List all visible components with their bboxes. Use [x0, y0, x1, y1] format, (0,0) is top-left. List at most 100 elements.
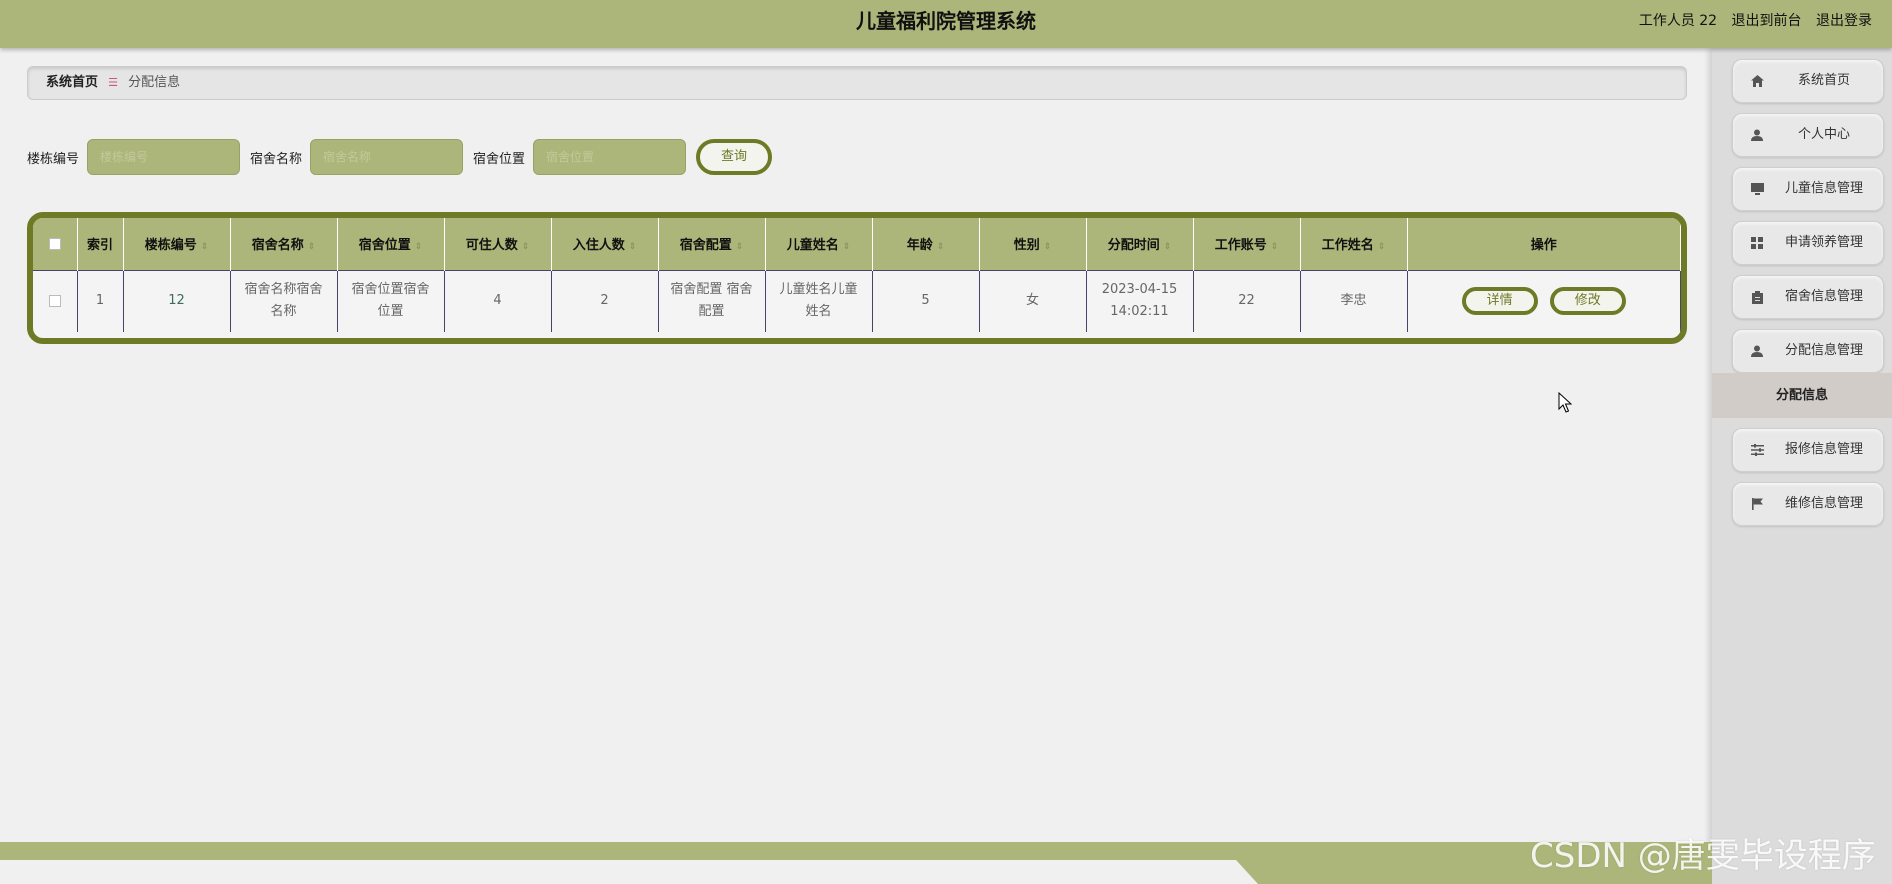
sort-icon[interactable]: ⇕ — [201, 242, 209, 252]
sidebar-item-label: 分配信息管理 — [1784, 343, 1863, 358]
cell-dorm-config: 宿舍配置 宿舍配置 — [658, 269, 766, 332]
monitor-icon — [1749, 168, 1765, 210]
sidebar-item-label: 系统首页 — [1797, 73, 1850, 88]
dorm-name-label: 宿舍名称 — [250, 151, 303, 167]
header-label: 宿舍位置 — [358, 238, 411, 254]
sidebar-item-profile[interactable]: 个人中心 — [1732, 113, 1884, 157]
header-assign-time[interactable]: 分配时间 ⇕ — [1086, 218, 1194, 270]
cell-child-name: 儿童姓名儿童姓名 — [765, 269, 873, 332]
header-label: 楼栋编号 — [144, 238, 197, 254]
select-all-checkbox-cell[interactable] — [33, 218, 78, 270]
app-title: 儿童福利院管理系统 — [856, 9, 1036, 33]
sidebar-item-label: 维修信息管理 — [1784, 496, 1863, 511]
row-checkbox[interactable] — [48, 294, 61, 307]
header-staff-account[interactable]: 工作账号 ⇕ — [1193, 218, 1301, 270]
sidebar-item-children[interactable]: 儿童信息管理 — [1732, 167, 1884, 211]
header-label: 分配时间 — [1107, 238, 1160, 254]
edit-button[interactable]: 修改 — [1549, 287, 1626, 316]
cell-staff-name: 李忠 — [1300, 269, 1408, 332]
sort-icon[interactable]: ⇕ — [843, 242, 851, 252]
watermark-text: CSDN @唐雯毕设程序 — [1530, 836, 1876, 876]
header-gender[interactable]: 性别 ⇕ — [979, 218, 1087, 270]
cell-occupied: 2 — [551, 269, 659, 332]
footer-band — [0, 842, 1712, 860]
header-child-name[interactable]: 儿童姓名 ⇕ — [765, 218, 873, 270]
cell-age: 5 — [872, 269, 980, 332]
cell-index: 1 — [77, 269, 124, 332]
sort-icon[interactable]: ⇕ — [1378, 242, 1386, 252]
data-table: 索引 楼栋编号 ⇕ 宿舍名称 ⇕ 宿舍位置 ⇕ 可住人数 ⇕ 入住人数 ⇕ 宿舍配置 ⇕ 儿… — [27, 212, 1687, 344]
cell-building-no: 12 — [123, 269, 231, 332]
back-to-front-link[interactable]: 退出到前台 — [1732, 13, 1802, 29]
sort-icon[interactable]: ⇕ — [308, 242, 316, 252]
sidebar-item-adoption[interactable]: 申请领养管理 — [1732, 221, 1884, 265]
header-capacity[interactable]: 可住人数 ⇕ — [444, 218, 552, 270]
sidebar-item-label: 报修信息管理 — [1784, 442, 1863, 457]
building-no-input[interactable] — [87, 139, 241, 175]
breadcrumb-separator: ☰ — [108, 76, 119, 89]
detail-button[interactable]: 详情 — [1461, 287, 1538, 316]
sort-icon[interactable]: ⇕ — [937, 242, 945, 252]
user-area: 工作人员 22 退出到前台 退出登录 — [1629, 0, 1872, 42]
breadcrumb: 系统首页 ☰ 分配信息 — [27, 66, 1687, 100]
sort-icon[interactable]: ⇕ — [629, 242, 637, 252]
table-row: 1 12 宿舍名称宿舍名称 宿舍位置宿舍位置 4 2 宿舍配置 宿舍配置 儿童姓… — [33, 269, 1681, 332]
cell-capacity: 4 — [444, 269, 552, 332]
header-building-no[interactable]: 楼栋编号 ⇕ — [123, 218, 231, 270]
user-icon — [1749, 114, 1765, 156]
sidebar-subitem-assignment-info[interactable]: 分配信息 — [1712, 373, 1892, 418]
breadcrumb-current: 分配信息 — [128, 75, 181, 90]
sort-icon[interactable]: ⇕ — [415, 242, 423, 252]
header-label: 宿舍配置 — [679, 238, 732, 254]
user-icon — [1749, 330, 1765, 372]
dorm-name-input[interactable] — [310, 139, 464, 175]
cell-staff-account: 22 — [1193, 269, 1301, 332]
header-dorm-name[interactable]: 宿舍名称 ⇕ — [230, 218, 338, 270]
header-dorm-config[interactable]: 宿舍配置 ⇕ — [658, 218, 766, 270]
cell-assign-time: 2023-04-15 14:02:11 — [1086, 269, 1194, 332]
sidebar-item-dorm[interactable]: 宿舍信息管理 — [1732, 275, 1884, 319]
sidebar-item-repair-report[interactable]: 报修信息管理 — [1732, 428, 1884, 472]
header-dorm-location[interactable]: 宿舍位置 ⇕ — [337, 218, 445, 270]
home-icon — [1749, 60, 1765, 102]
sidebar-item-assignment[interactable]: 分配信息管理 — [1732, 329, 1884, 373]
header-label: 可住人数 — [465, 238, 518, 254]
header-age[interactable]: 年龄 ⇕ — [872, 218, 980, 270]
sort-icon[interactable]: ⇕ — [736, 242, 744, 252]
flag-icon — [1749, 483, 1765, 525]
header-actions: 操作 — [1407, 218, 1681, 270]
row-checkbox-cell[interactable] — [33, 269, 78, 332]
table-header-row: 索引 楼栋编号 ⇕ 宿舍名称 ⇕ 宿舍位置 ⇕ 可住人数 ⇕ 入住人数 ⇕ 宿舍配置 ⇕ 儿… — [33, 218, 1681, 270]
cell-dorm-name: 宿舍名称宿舍名称 — [230, 269, 338, 332]
logout-link[interactable]: 退出登录 — [1816, 13, 1872, 29]
cell-gender: 女 — [979, 269, 1087, 332]
header-label: 年龄 — [906, 238, 933, 254]
sort-icon[interactable]: ⇕ — [1164, 242, 1172, 252]
header-label: 宿舍名称 — [251, 238, 304, 254]
dorm-location-input[interactable] — [533, 139, 687, 175]
sidebar-item-maintenance[interactable]: 维修信息管理 — [1732, 482, 1884, 526]
breadcrumb-home[interactable]: 系统首页 — [46, 75, 98, 90]
header-label: 入住人数 — [572, 238, 625, 254]
cell-actions: 详情 修改 — [1407, 269, 1681, 332]
building-no-label: 楼栋编号 — [27, 151, 80, 167]
clipboard-icon — [1749, 276, 1765, 318]
header-label: 工作姓名 — [1321, 238, 1374, 254]
mouse-cursor-icon — [1558, 392, 1572, 413]
search-bar: 楼栋编号 宿舍名称 宿舍位置 查询 — [27, 138, 773, 176]
header-occupied[interactable]: 入住人数 ⇕ — [551, 218, 659, 270]
sort-icon[interactable]: ⇕ — [1271, 242, 1279, 252]
top-header: 儿童福利院管理系统 工作人员 22 退出到前台 退出登录 — [0, 0, 1892, 48]
user-label: 工作人员 22 — [1638, 13, 1718, 29]
header-staff-name[interactable]: 工作姓名 ⇕ — [1300, 218, 1408, 270]
sort-icon[interactable]: ⇕ — [522, 242, 530, 252]
sort-icon[interactable]: ⇕ — [1044, 242, 1052, 252]
sidebar-item-home[interactable]: 系统首页 — [1732, 59, 1884, 103]
dorm-location-label: 宿舍位置 — [473, 151, 526, 167]
select-all-checkbox[interactable] — [48, 237, 61, 250]
query-button[interactable]: 查询 — [696, 139, 773, 175]
sidebar: 系统首页 个人中心 儿童信息管理 申请领养管理 宿舍信息管理 分配信息管理 分配… — [1712, 48, 1892, 884]
sliders-icon — [1749, 429, 1765, 471]
header-label: 儿童姓名 — [786, 238, 839, 254]
cell-dorm-location: 宿舍位置宿舍位置 — [337, 269, 445, 332]
